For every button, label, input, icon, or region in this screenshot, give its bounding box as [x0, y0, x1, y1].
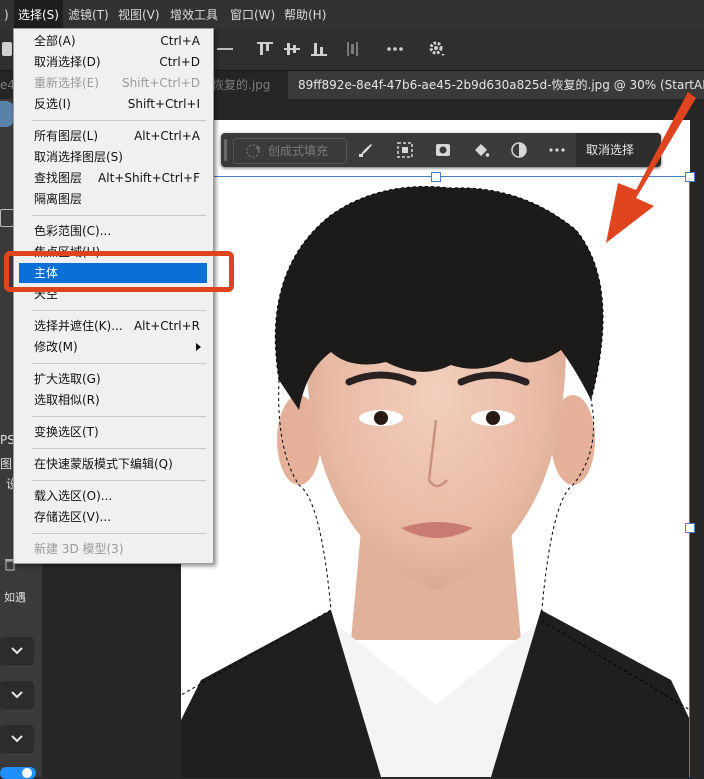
chevron-down-icon [11, 691, 23, 699]
dropdown-button-3[interactable] [0, 725, 34, 753]
chevron-down-icon [11, 735, 23, 743]
menubar: ) 选择(S) 滤镜(T) 视图(V) 增效工具 窗口(W) 帮助(H) [0, 0, 704, 30]
menu-separator [32, 480, 206, 481]
menu-item-select-and-mask[interactable]: 选择并遮住(K)... Alt+Ctrl+R [19, 316, 207, 336]
menu-select[interactable]: 选择(S) [14, 0, 63, 30]
plugin-logo [0, 101, 14, 127]
menu-separator [32, 416, 206, 417]
document-icon[interactable] [0, 209, 14, 227]
annotation-arrow-icon [606, 92, 696, 243]
menu-item-all-layers[interactable]: 所有图层(L) Alt+Ctrl+A [19, 126, 207, 146]
align-left-disabled-icon[interactable] [342, 38, 364, 60]
chevron-down-icon [11, 647, 23, 655]
gear-icon[interactable] [426, 38, 448, 60]
annotation-highlight-box [4, 251, 234, 292]
menu-item-modify[interactable]: 修改(M) [19, 337, 207, 357]
more-icon[interactable] [384, 38, 406, 60]
menu-separator [32, 448, 206, 449]
align-bottom-icon[interactable] [308, 38, 330, 60]
submenu-arrow-icon [196, 343, 201, 351]
menu-item-load-selection[interactable]: 载入选区(O)... [19, 486, 207, 506]
drag-handle[interactable] [224, 139, 227, 161]
menu-item-select-all[interactable]: 全部(A) Ctrl+A [19, 31, 207, 51]
tab-inactive[interactable]: 恢复的.jpg [212, 71, 282, 99]
distribute-icon[interactable] [214, 38, 236, 60]
menu-item-color-range[interactable]: 色彩范围(C)... [19, 221, 207, 241]
align-vcenter-icon[interactable] [281, 38, 303, 60]
transform-bound-right [689, 176, 690, 777]
menu-plugins[interactable]: 增效工具 [166, 0, 222, 30]
menu-item-inverse[interactable]: 反选(I) Shift+Ctrl+I [19, 94, 207, 114]
toggle-switch[interactable] [0, 767, 36, 779]
menu-item-deselect-layers[interactable]: 取消选择图层(S) [19, 147, 207, 167]
menu-item-deselect[interactable]: 取消选择(D) Ctrl+D [19, 52, 207, 72]
action-label: 如遇 [4, 591, 26, 604]
menu-window[interactable]: 窗口(W) [226, 0, 279, 30]
contextual-task-bar: 创成式填充 取消选择 [221, 133, 661, 167]
dropdown-button-2[interactable] [0, 681, 34, 709]
menu-help[interactable]: 帮助(H) [280, 0, 330, 30]
dropdown-button-1[interactable] [0, 637, 34, 665]
menu-separator [32, 120, 206, 121]
generative-fill-button[interactable]: 创成式填充 [233, 138, 347, 164]
adjustment-icon[interactable] [509, 140, 529, 160]
mask-icon[interactable] [433, 140, 453, 160]
sparkle-icon [246, 144, 261, 158]
menu-view[interactable]: 视图(V) [114, 0, 164, 30]
menu-separator [32, 363, 206, 364]
select-subject-icon[interactable] [395, 140, 415, 160]
menu-partial[interactable]: ) [0, 0, 13, 30]
menu-item-quick-mask[interactable]: 在快速蒙版模式下编辑(Q) [19, 454, 207, 474]
menu-item-find-layers[interactable]: 查找图层 Alt+Shift+Ctrl+F [19, 168, 207, 188]
menu-item-new-3d-model[interactable]: 新建 3D 模型(3) [19, 539, 207, 559]
transform-handle[interactable] [431, 172, 441, 182]
menu-item-similar[interactable]: 选取相似(R) [19, 390, 207, 410]
menu-separator [32, 310, 206, 311]
menu-item-reselect[interactable]: 重新选择(E) Shift+Ctrl+D [19, 73, 207, 93]
more-options-icon[interactable] [547, 140, 567, 160]
menu-item-transform-selection[interactable]: 变换选区(T) [19, 422, 207, 442]
menu-item-isolate-layers[interactable]: 隔离图层 [19, 189, 207, 209]
menu-filter[interactable]: 滤镜(T) [64, 0, 113, 30]
transform-handle[interactable] [685, 523, 695, 533]
menu-separator [32, 533, 206, 534]
menu-separator [32, 215, 206, 216]
brush-icon[interactable] [356, 140, 376, 160]
align-top-icon[interactable] [254, 38, 276, 60]
fill-bucket-icon[interactable] [471, 140, 491, 160]
checkbox-partial[interactable] [2, 42, 12, 56]
menu-item-grow[interactable]: 扩大选取(G) [19, 369, 207, 389]
menu-item-save-selection[interactable]: 存储选区(V)... [19, 507, 207, 527]
select-menu-dropdown: 全部(A) Ctrl+A 取消选择(D) Ctrl+D 重新选择(E) Shift+C… [13, 28, 214, 564]
